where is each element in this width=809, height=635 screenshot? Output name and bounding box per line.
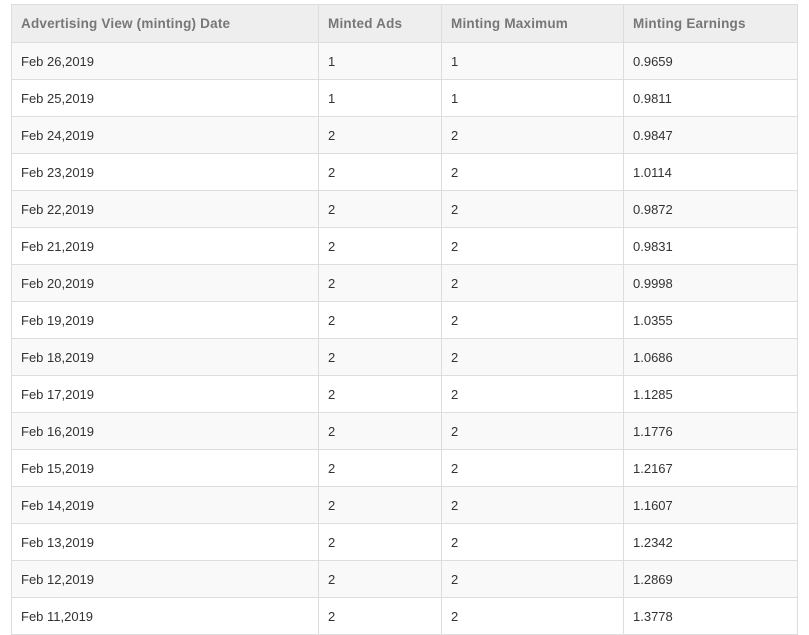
table-row: Feb 26,2019 1 1 0.9659 (11, 42, 798, 80)
date-cell: Feb 26,2019 (11, 42, 319, 80)
table-row: Feb 12,2019 2 2 1.2869 (11, 560, 798, 598)
minting-maximum-cell: 2 (441, 301, 624, 339)
minting-earnings-cell: 0.9872 (623, 190, 798, 228)
minting-earnings-cell: 0.9847 (623, 116, 798, 154)
date-cell: Feb 15,2019 (11, 449, 319, 487)
minted-ads-cell: 2 (318, 116, 442, 154)
minting-earnings-cell: 1.2869 (623, 560, 798, 598)
minted-ads-cell: 1 (318, 79, 442, 117)
table-row: Feb 16,2019 2 2 1.1776 (11, 412, 798, 450)
minting-earnings-cell: 1.2167 (623, 449, 798, 487)
minting-earnings-cell: 0.9659 (623, 42, 798, 80)
table-row: Feb 24,2019 2 2 0.9847 (11, 116, 798, 154)
date-cell: Feb 25,2019 (11, 79, 319, 117)
minting-maximum-cell: 1 (441, 79, 624, 117)
minting-earnings-cell: 1.1776 (623, 412, 798, 450)
date-cell: Feb 18,2019 (11, 338, 319, 376)
table-row: Feb 19,2019 2 2 1.0355 (11, 301, 798, 339)
table-row: Feb 14,2019 2 2 1.1607 (11, 486, 798, 524)
minting-earnings-cell: 1.0686 (623, 338, 798, 376)
minting-earnings-cell: 1.0114 (623, 153, 798, 191)
table-row: Feb 17,2019 2 2 1.1285 (11, 375, 798, 413)
column-header-minting-maximum[interactable]: Minting Maximum (441, 4, 624, 43)
minted-ads-cell: 2 (318, 597, 442, 635)
minted-ads-cell: 2 (318, 449, 442, 487)
minting-maximum-cell: 2 (441, 486, 624, 524)
date-cell: Feb 21,2019 (11, 227, 319, 265)
minted-ads-cell: 2 (318, 486, 442, 524)
date-cell: Feb 23,2019 (11, 153, 319, 191)
minted-ads-cell: 1 (318, 42, 442, 80)
minting-earnings-table: Advertising View (minting) Date Minted A… (11, 4, 798, 635)
minting-earnings-cell: 1.3778 (623, 597, 798, 635)
minting-maximum-cell: 2 (441, 523, 624, 561)
table-row: Feb 20,2019 2 2 0.9998 (11, 264, 798, 302)
minted-ads-cell: 2 (318, 301, 442, 339)
minting-earnings-cell: 1.1285 (623, 375, 798, 413)
header-row: Advertising View (minting) Date Minted A… (11, 4, 798, 43)
minting-earnings-cell: 0.9998 (623, 264, 798, 302)
minted-ads-cell: 2 (318, 190, 442, 228)
table-row: Feb 21,2019 2 2 0.9831 (11, 227, 798, 265)
minted-ads-cell: 2 (318, 560, 442, 598)
table-header: Advertising View (minting) Date Minted A… (11, 4, 798, 43)
minted-ads-cell: 2 (318, 375, 442, 413)
minting-maximum-cell: 2 (441, 116, 624, 154)
minted-ads-cell: 2 (318, 523, 442, 561)
table-row: Feb 23,2019 2 2 1.0114 (11, 153, 798, 191)
table-body: Feb 26,2019 1 1 0.9659 Feb 25,2019 1 1 0.9811 Fe… (11, 42, 798, 635)
date-cell: Feb 12,2019 (11, 560, 319, 598)
minted-ads-cell: 2 (318, 338, 442, 376)
minting-earnings-cell: 0.9831 (623, 227, 798, 265)
minting-earnings-cell: 0.9811 (623, 79, 798, 117)
table-row: Feb 13,2019 2 2 1.2342 (11, 523, 798, 561)
date-cell: Feb 11,2019 (11, 597, 319, 635)
minting-maximum-cell: 2 (441, 412, 624, 450)
minting-maximum-cell: 2 (441, 375, 624, 413)
minted-ads-cell: 2 (318, 264, 442, 302)
table-row: Feb 22,2019 2 2 0.9872 (11, 190, 798, 228)
date-cell: Feb 20,2019 (11, 264, 319, 302)
date-cell: Feb 19,2019 (11, 301, 319, 339)
minting-maximum-cell: 2 (441, 264, 624, 302)
minting-earnings-cell: 1.0355 (623, 301, 798, 339)
table-row: Feb 15,2019 2 2 1.2167 (11, 449, 798, 487)
date-cell: Feb 24,2019 (11, 116, 319, 154)
minting-maximum-cell: 2 (441, 560, 624, 598)
table-row: Feb 25,2019 1 1 0.9811 (11, 79, 798, 117)
date-cell: Feb 14,2019 (11, 486, 319, 524)
table-row: Feb 18,2019 2 2 1.0686 (11, 338, 798, 376)
minting-table-container: Advertising View (minting) Date Minted A… (11, 4, 798, 635)
date-cell: Feb 17,2019 (11, 375, 319, 413)
minting-maximum-cell: 2 (441, 597, 624, 635)
minting-maximum-cell: 2 (441, 227, 624, 265)
minted-ads-cell: 2 (318, 412, 442, 450)
minted-ads-cell: 2 (318, 153, 442, 191)
minting-earnings-cell: 1.2342 (623, 523, 798, 561)
column-header-date[interactable]: Advertising View (minting) Date (11, 4, 319, 43)
date-cell: Feb 13,2019 (11, 523, 319, 561)
table-row: Feb 11,2019 2 2 1.3778 (11, 597, 798, 635)
column-header-minted-ads[interactable]: Minted Ads (318, 4, 442, 43)
minting-maximum-cell: 2 (441, 338, 624, 376)
minted-ads-cell: 2 (318, 227, 442, 265)
column-header-minting-earnings[interactable]: Minting Earnings (623, 4, 798, 43)
date-cell: Feb 22,2019 (11, 190, 319, 228)
minting-maximum-cell: 1 (441, 42, 624, 80)
minting-maximum-cell: 2 (441, 153, 624, 191)
date-cell: Feb 16,2019 (11, 412, 319, 450)
minting-earnings-cell: 1.1607 (623, 486, 798, 524)
minting-maximum-cell: 2 (441, 449, 624, 487)
minting-maximum-cell: 2 (441, 190, 624, 228)
